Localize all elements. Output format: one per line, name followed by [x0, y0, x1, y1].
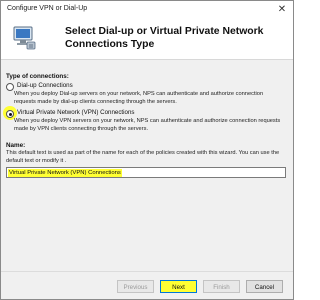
vpn-description: When you deploy VPN servers on your netw…	[14, 118, 281, 132]
connection-type-label: Type of connections:	[6, 73, 69, 80]
page-title: Select Dial-up or Virtual Private Networ…	[65, 26, 264, 50]
name-description: This default text is used as part of the…	[6, 150, 280, 164]
radio-label-vpn[interactable]: Virtual Private Network (VPN) Connection…	[17, 109, 135, 116]
name-label: Name:	[6, 142, 26, 149]
wizard-footer: Previous Next Finish Cancel	[1, 271, 293, 299]
title-bar: Configure VPN or Dial-Up ✕	[1, 1, 293, 19]
wizard-window: Configure VPN or Dial-Up ✕ Select Dial-u…	[0, 0, 294, 300]
radio-button-dialup[interactable]	[6, 83, 14, 91]
finish-button[interactable]: Finish	[203, 280, 240, 293]
previous-button[interactable]: Previous	[117, 280, 154, 293]
next-button[interactable]: Next	[160, 280, 197, 293]
wizard-content: Type of connections: Dial-up Connections…	[1, 60, 293, 270]
close-icon[interactable]: ✕	[275, 3, 289, 16]
wizard-header: Select Dial-up or Virtual Private Networ…	[1, 19, 293, 60]
window-title: Configure VPN or Dial-Up	[7, 5, 88, 12]
name-input[interactable]: Virtual Private Network (VPN) Connection…	[6, 167, 286, 178]
cancel-button[interactable]: Cancel	[246, 280, 283, 293]
name-input-value[interactable]: Virtual Private Network (VPN) Connection…	[8, 169, 122, 177]
dialup-description: When you deploy Dial-up servers on your …	[14, 91, 264, 105]
network-connection-icon	[11, 24, 37, 52]
radio-label-dialup[interactable]: Dial-up Connections	[17, 82, 73, 89]
radio-button-vpn[interactable]	[6, 110, 14, 118]
